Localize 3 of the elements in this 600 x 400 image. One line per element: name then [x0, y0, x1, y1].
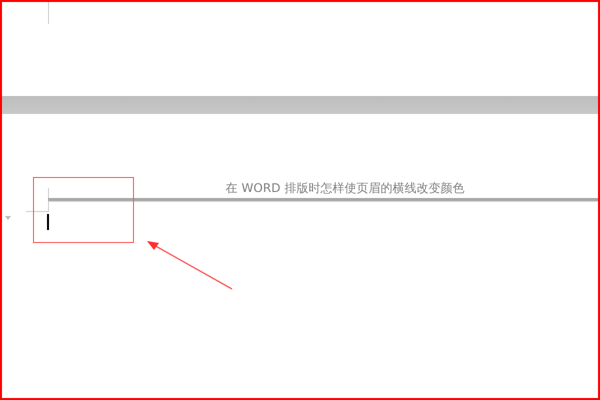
crop-mark [48, 2, 49, 24]
indent-marker-icon [5, 216, 11, 220]
header-text: 在 WORD 排版时怎样使页眉的横线改变颜色 [226, 180, 464, 196]
